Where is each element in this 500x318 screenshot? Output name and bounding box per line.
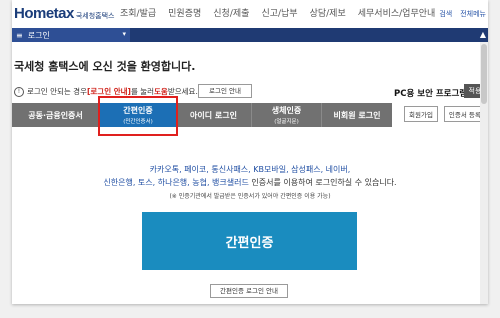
menu-item[interactable]: 상담/제보 <box>310 6 346 19</box>
nav-bar: ≡ 로그인 ▾ ▲ <box>12 28 488 42</box>
providers-list: 신한은행, 토스, 하나은행, 농협, 뱅크샐러드 <box>103 178 249 187</box>
scroll-up-icon[interactable]: ▲ <box>480 30 486 39</box>
logo-text: Hometax <box>14 5 74 22</box>
menu-icon: ≡ <box>16 30 23 40</box>
site-header: Hometax 국세청홈택스 조회/발급 민원증명 신청/제출 신고/납부 상담… <box>12 0 488 28</box>
tab-guest-login[interactable]: 비회원 로그인 <box>322 103 392 127</box>
hometax-logo[interactable]: Hometax 국세청홈택스 <box>14 5 115 22</box>
location-label: 로그인 <box>27 30 50 40</box>
tab-biometric[interactable]: 생체인증 (얼굴지문) <box>252 103 322 127</box>
simple-auth-button[interactable]: 간편인증 <box>142 212 357 270</box>
providers-line-2: 신한은행, 토스, 하나은행, 농협, 뱅크샐러드 인증서를 이용하여 로그인하… <box>12 177 488 188</box>
menu-item[interactable]: 조회/발급 <box>120 6 156 19</box>
welcome-heading: 국세청 홈택스에 오신 것을 환영합니다. <box>14 60 196 73</box>
tab-id-login[interactable]: 아이디 로그인 <box>176 103 252 127</box>
info-icon: ! <box>14 86 24 97</box>
header-links: 검색 전체메뉴 <box>439 9 486 19</box>
account-buttons: 회원가입 인증서 등록 <box>404 106 486 122</box>
highlight-box <box>98 96 178 136</box>
scrollbar-thumb[interactable] <box>481 44 487 104</box>
search-link[interactable]: 검색 <box>439 9 452 19</box>
simple-auth-guide-button[interactable]: 간편인증 로그인 안내 <box>210 284 288 298</box>
tab-label: 비회원 로그인 <box>333 110 381 120</box>
tab-label: 공동·금융인증서 <box>28 110 83 120</box>
providers-line-1: 카카오톡, 페이코, 통신사패스, KB모바일, 삼성패스, 네이버, <box>149 165 351 174</box>
menu-item[interactable]: 세무서비스/업무안내 <box>358 6 436 19</box>
chevron-down-icon: ▾ <box>122 30 126 38</box>
logo-subtext: 국세청홈택스 <box>75 12 115 20</box>
login-guide-button[interactable]: 로그인 안내 <box>198 84 252 98</box>
signup-button[interactable]: 회원가입 <box>404 106 438 122</box>
tab-sublabel: (얼굴지문) <box>274 119 299 125</box>
tab-certificate[interactable]: 공동·금융인증서 <box>12 103 100 127</box>
browser-frame: Hometax 국세청홈택스 조회/발급 민원증명 신청/제출 신고/납부 상담… <box>12 0 488 304</box>
top-menu: 조회/발급 민원증명 신청/제출 신고/납부 상담/제보 세무서비스/업무안내 <box>120 6 435 19</box>
notice-prefix: 로그인 안되는 경우 <box>27 87 87 96</box>
location-dropdown[interactable]: ≡ 로그인 ▾ <box>12 28 130 42</box>
auth-note: (※ 인증기관에서 발급받은 인증서가 있어야 간편인증 이용 가능) <box>169 193 331 200</box>
menu-item[interactable]: 신고/납부 <box>261 6 297 19</box>
full-menu-link[interactable]: 전체메뉴 <box>460 9 486 19</box>
tab-label: 아이디 로그인 <box>190 110 237 120</box>
login-tabs: 공동·금융인증서 간편인증 (민간인증서) 아이디 로그인 생체인증 (얼굴지문… <box>12 103 392 127</box>
tab-label: 생체인증 <box>271 106 302 115</box>
pc-security-title: PC용 보안 프로그램 <box>394 89 468 99</box>
menu-item[interactable]: 민원증명 <box>168 6 201 19</box>
menu-item[interactable]: 신청/제출 <box>213 6 249 19</box>
scrollbar[interactable] <box>480 42 488 304</box>
providers-desc: 인증서를 이용하여 로그인하실 수 있습니다. <box>248 178 397 187</box>
